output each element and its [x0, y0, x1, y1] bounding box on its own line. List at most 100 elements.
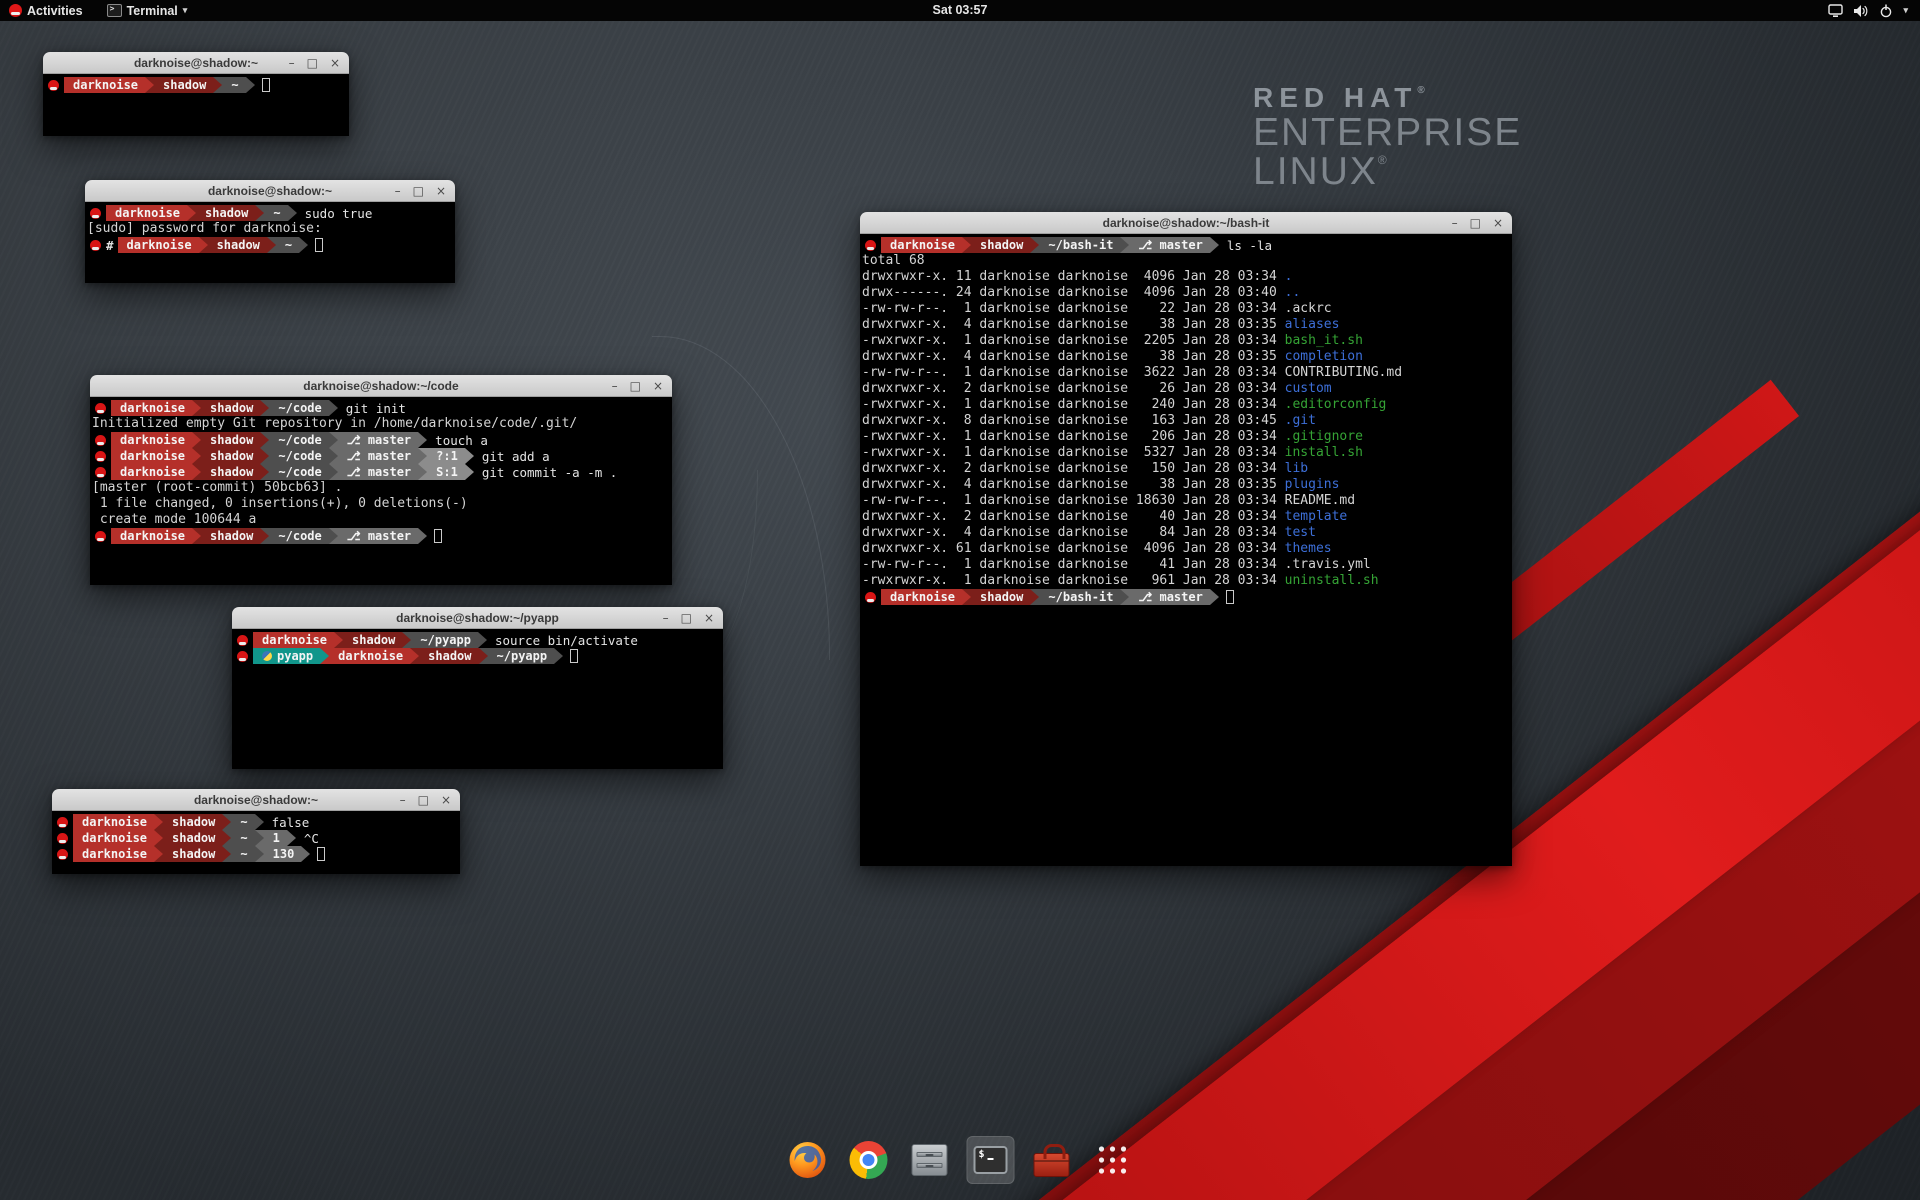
python-icon — [262, 651, 272, 661]
powerline-arrow — [478, 632, 487, 648]
terminal-content[interactable]: darknoiseshadow~/pyappsource bin/activat… — [232, 629, 723, 769]
ls-fields: -rwxrwxr-x. 1 darknoise darknoise 206 Ja… — [862, 429, 1285, 444]
prompt-segment-user: darknoise — [64, 77, 145, 93]
window-titlebar[interactable]: darknoise@shadow:~ – □ × — [85, 180, 455, 202]
prompt-segment-path: ~ — [222, 77, 245, 93]
maximize-button[interactable]: □ — [681, 607, 692, 629]
top-bar: Activities Terminal ▾ Sat 03:57 ▾ — [0, 0, 1920, 21]
dock-item-toolbox[interactable] — [1028, 1136, 1076, 1184]
redhat-prompt-icon — [95, 403, 106, 414]
powerline-arrow — [287, 830, 296, 846]
prompt-segment-path: ~ — [231, 830, 254, 846]
window-titlebar[interactable]: darknoise@shadow:~/pyapp – □ × — [232, 607, 723, 629]
terminal-content[interactable]: darknoiseshadow~sudo true[sudo] password… — [85, 202, 455, 283]
minimize-button[interactable]: – — [663, 607, 669, 629]
clock[interactable]: Sat 03:57 — [933, 0, 988, 21]
redhat-prompt-icon — [90, 240, 101, 251]
terminal-content[interactable]: darknoiseshadow~ — [43, 74, 349, 136]
firefox-icon — [788, 1140, 828, 1180]
ls-fields: drwxrwxr-x. 8 darknoise darknoise 163 Ja… — [862, 413, 1285, 428]
redhat-prompt-icon — [90, 208, 101, 219]
terminal-content[interactable]: darknoiseshadow~/codegit initInitialized… — [90, 397, 672, 585]
window-titlebar[interactable]: darknoise@shadow:~ – □ × — [43, 52, 349, 74]
redhat-prompt-icon — [57, 833, 68, 844]
prompt-segment-user: darknoise — [106, 205, 187, 221]
prompt-line: darknoiseshadow~/code⎇ masterS:1git comm… — [92, 464, 670, 480]
ls-filename: .editorconfig — [1285, 397, 1387, 412]
powerline-arrow — [222, 830, 231, 846]
powerline-arrow — [145, 77, 154, 93]
minimize-button[interactable]: – — [400, 789, 406, 811]
drawer-detail — [917, 1163, 943, 1168]
activities-button[interactable]: Activities — [0, 0, 92, 21]
prompt-segment-status: S:1 — [427, 464, 465, 480]
powerline-arrow — [962, 589, 971, 605]
redhat-prompt-icon — [48, 80, 59, 91]
ls-filename: uninstall.sh — [1285, 573, 1379, 588]
powerline-arrow — [255, 830, 264, 846]
powerline-arrow — [329, 464, 338, 480]
close-button[interactable]: × — [330, 52, 340, 74]
command-text: git add a — [482, 449, 550, 464]
window-titlebar[interactable]: darknoise@shadow:~/code – □ × — [90, 375, 672, 397]
terminal-window-focused: darknoise@shadow:~/bash-it – □ × darknoi… — [860, 212, 1512, 866]
ls-filename: CONTRIBUTING.md — [1285, 365, 1402, 380]
prompt-segment-user: darknoise — [73, 814, 154, 830]
close-button[interactable]: × — [436, 180, 446, 202]
powerline-arrow — [299, 237, 308, 253]
terminal-cursor — [317, 847, 325, 861]
powerline-arrow — [418, 448, 427, 464]
powerline-arrow — [260, 448, 269, 464]
volume-icon — [1853, 4, 1869, 18]
ls-output-line: -rwxrwxr-x. 1 darknoise darknoise 2205 J… — [862, 333, 1510, 349]
maximize-button[interactable]: □ — [630, 375, 641, 397]
powerline-arrow — [192, 432, 201, 448]
output-line: 1 file changed, 0 insertions(+), 0 delet… — [92, 496, 670, 512]
system-status-area[interactable]: ▾ — [1822, 0, 1914, 21]
powerline-arrow — [329, 432, 338, 448]
window-titlebar[interactable]: darknoise@shadow:~ – □ × — [52, 789, 460, 811]
powerline-arrow — [260, 528, 269, 544]
close-button[interactable]: × — [704, 607, 714, 629]
maximize-button[interactable]: □ — [418, 789, 429, 811]
dock-item-terminal[interactable] — [967, 1136, 1015, 1184]
prompt-segment-user: darknoise — [329, 648, 410, 664]
ls-filename: .gitignore — [1285, 429, 1363, 444]
ls-filename: README.md — [1285, 493, 1355, 508]
close-button[interactable]: × — [1493, 212, 1503, 234]
minimize-button[interactable]: – — [1452, 212, 1458, 234]
maximize-button[interactable]: □ — [307, 52, 318, 74]
minimize-button[interactable]: – — [612, 375, 618, 397]
ls-output-line: drwxrwxr-x. 4 darknoise darknoise 38 Jan… — [862, 317, 1510, 333]
minimize-button[interactable]: – — [289, 52, 295, 74]
minimize-button[interactable]: – — [395, 180, 401, 202]
rhel-logo-line3: LINUX® — [1253, 152, 1522, 192]
terminal-content[interactable]: darknoiseshadow~/bash-it⎇ masterls -lato… — [860, 234, 1512, 866]
prompt-segment-path: ~/code — [269, 432, 328, 448]
maximize-button[interactable]: □ — [413, 180, 424, 202]
terminal-content[interactable]: darknoiseshadow~falsedarknoiseshadow~1^C… — [52, 811, 460, 874]
ls-output-line: -rw-rw-r--. 1 darknoise darknoise 18630 … — [862, 493, 1510, 509]
redhat-prompt-icon — [95, 531, 106, 542]
dock-item-firefox[interactable] — [784, 1136, 832, 1184]
terminal-window: darknoise@shadow:~ – □ × darknoiseshadow… — [43, 52, 349, 136]
redhat-prompt-icon — [57, 817, 68, 828]
dock-item-files[interactable] — [906, 1136, 954, 1184]
window-titlebar[interactable]: darknoise@shadow:~/bash-it – □ × — [860, 212, 1512, 234]
dock-item-chrome[interactable] — [845, 1136, 893, 1184]
terminal-window: darknoise@shadow:~ – □ × darknoiseshadow… — [52, 789, 460, 874]
ls-output-line: drwxrwxr-x. 61 darknoise darknoise 4096 … — [862, 541, 1510, 557]
prompt-line: darknoiseshadow~1^C — [54, 830, 458, 846]
powerline-arrow — [465, 448, 474, 464]
prompt-segment-exit: 1 — [264, 830, 287, 846]
dock-item-show-applications[interactable] — [1089, 1136, 1137, 1184]
terminal-cursor — [315, 238, 323, 252]
prompt-segment-venv: pyapp — [253, 648, 320, 664]
terminal-cursor — [434, 529, 442, 543]
close-button[interactable]: × — [441, 789, 451, 811]
terminal-window: darknoise@shadow:~/pyapp – □ × darknoise… — [232, 607, 723, 769]
top-bar-left: Activities Terminal ▾ — [0, 0, 196, 21]
close-button[interactable]: × — [653, 375, 663, 397]
app-menu[interactable]: Terminal ▾ — [98, 0, 197, 21]
maximize-button[interactable]: □ — [1470, 212, 1481, 234]
